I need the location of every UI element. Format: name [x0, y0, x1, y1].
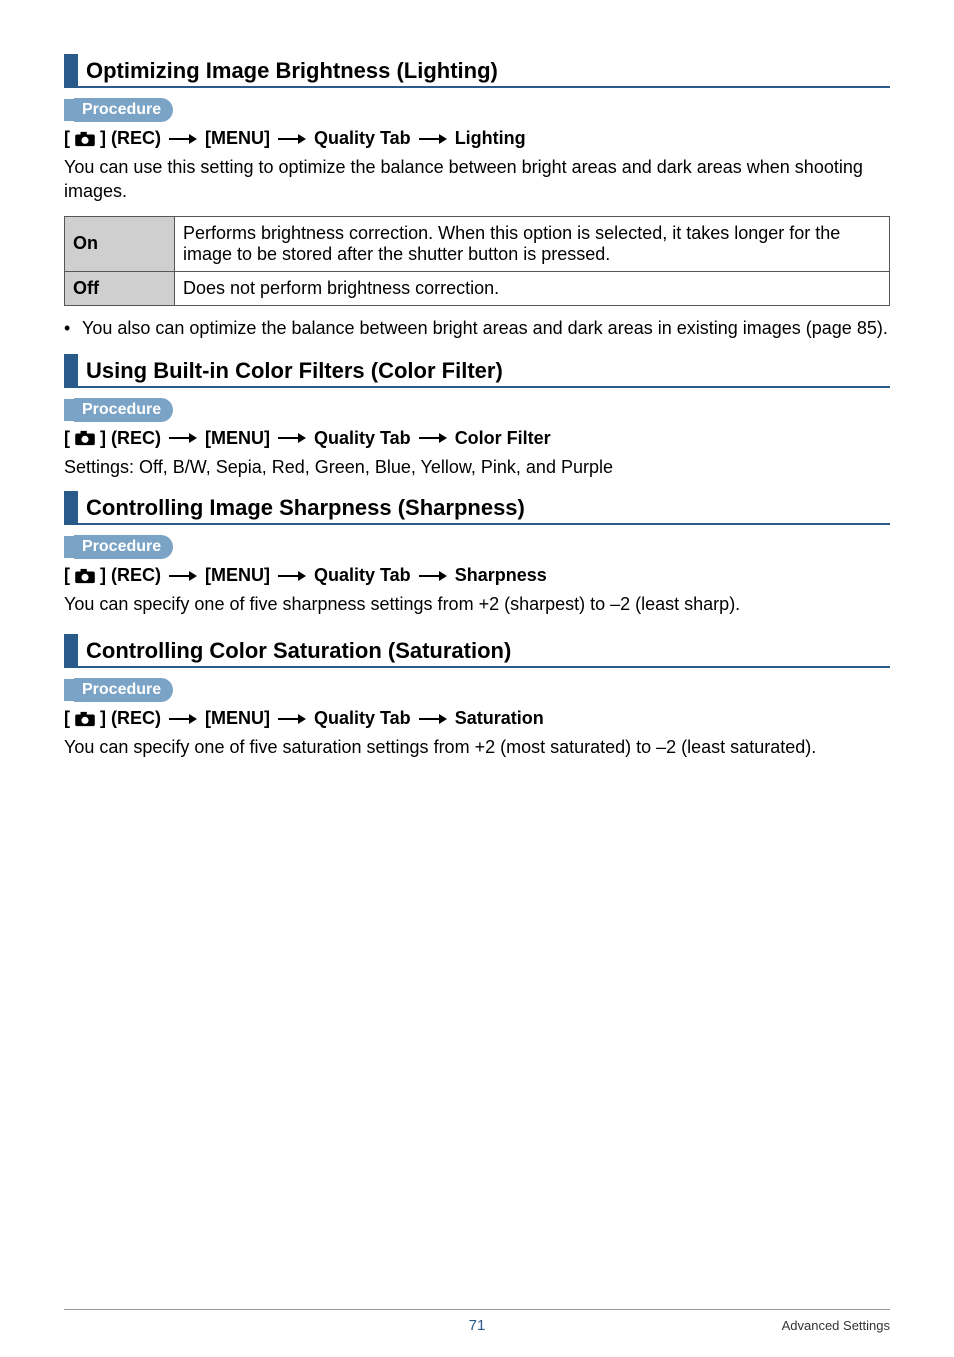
table-row: Off Does not perform brightness correcti…: [65, 271, 890, 305]
cell-on-label: On: [65, 216, 175, 271]
bc-target: Color Filter: [455, 428, 551, 449]
section-accent-bar: [64, 634, 78, 666]
camera-icon: [74, 568, 96, 584]
section-header-color-filter: Using Built-in Color Filters (Color Filt…: [64, 354, 890, 388]
arrow-icon: [169, 712, 197, 726]
bc-bracket-open: [: [64, 565, 70, 586]
footer-divider: [64, 1309, 890, 1310]
cell-off-desc: Does not perform brightness correction.: [175, 271, 890, 305]
lighting-options-table: On Performs brightness correction. When …: [64, 216, 890, 306]
lighting-note-text: You also can optimize the balance betwee…: [82, 316, 890, 340]
arrow-icon: [278, 712, 306, 726]
section-title: Using Built-in Color Filters (Color Filt…: [86, 354, 890, 386]
bc-menu: [MENU]: [205, 428, 270, 449]
arrow-icon: [419, 431, 447, 445]
section-accent-bar: [64, 354, 78, 386]
section-accent-bar: [64, 491, 78, 523]
lighting-description: You can use this setting to optimize the…: [64, 155, 890, 204]
bc-rec: ] (REC): [100, 128, 161, 149]
breadcrumb-lighting: [ ] (REC) [MENU] Quality Tab Lighting: [64, 128, 890, 149]
procedure-bar: [64, 536, 74, 558]
saturation-description: You can specify one of five saturation s…: [64, 735, 890, 759]
arrow-icon: [419, 712, 447, 726]
bc-quality: Quality Tab: [314, 565, 411, 586]
bc-quality: Quality Tab: [314, 428, 411, 449]
cell-on-desc: Performs brightness correction. When thi…: [175, 216, 890, 271]
arrow-icon: [278, 431, 306, 445]
bc-target: Saturation: [455, 708, 544, 729]
arrow-icon: [169, 569, 197, 583]
camera-icon: [74, 131, 96, 147]
bc-quality: Quality Tab: [314, 128, 411, 149]
section-header-sharpness: Controlling Image Sharpness (Sharpness): [64, 491, 890, 525]
table-row: On Performs brightness correction. When …: [65, 216, 890, 271]
arrow-icon: [278, 569, 306, 583]
procedure-pill: Procedure: [74, 678, 173, 702]
page-number: 71: [64, 1317, 890, 1334]
bc-rec: ] (REC): [100, 708, 161, 729]
bc-bracket-open: [: [64, 428, 70, 449]
section-title: Controlling Color Saturation (Saturation…: [86, 634, 890, 666]
page-footer: 71 Advanced Settings: [64, 1309, 890, 1333]
procedure-pill: Procedure: [74, 98, 173, 122]
procedure-bar: [64, 99, 74, 121]
breadcrumb-saturation: [ ] (REC) [MENU] Quality Tab Saturation: [64, 708, 890, 729]
bc-menu: [MENU]: [205, 565, 270, 586]
bc-target: Sharpness: [455, 565, 547, 586]
section-title: Controlling Image Sharpness (Sharpness): [86, 491, 890, 523]
procedure-pill: Procedure: [74, 398, 173, 422]
procedure-pill: Procedure: [74, 535, 173, 559]
camera-icon: [74, 711, 96, 727]
section-header-lighting: Optimizing Image Brightness (Lighting): [64, 54, 890, 88]
arrow-icon: [419, 132, 447, 146]
lighting-note: • You also can optimize the balance betw…: [64, 316, 890, 340]
bullet-icon: •: [64, 316, 82, 340]
arrow-icon: [169, 431, 197, 445]
arrow-icon: [278, 132, 306, 146]
cell-off-label: Off: [65, 271, 175, 305]
bc-rec: ] (REC): [100, 428, 161, 449]
procedure-label-row: Procedure: [64, 98, 890, 122]
arrow-icon: [419, 569, 447, 583]
procedure-bar: [64, 399, 74, 421]
section-accent-bar: [64, 54, 78, 86]
arrow-icon: [169, 132, 197, 146]
sharpness-description: You can specify one of five sharpness se…: [64, 592, 890, 616]
bc-menu: [MENU]: [205, 708, 270, 729]
camera-icon: [74, 430, 96, 446]
bc-bracket-open: [: [64, 708, 70, 729]
procedure-label-row: Procedure: [64, 535, 890, 559]
bc-menu: [MENU]: [205, 128, 270, 149]
procedure-label-row: Procedure: [64, 678, 890, 702]
bc-quality: Quality Tab: [314, 708, 411, 729]
section-header-saturation: Controlling Color Saturation (Saturation…: [64, 634, 890, 668]
breadcrumb-color-filter: [ ] (REC) [MENU] Quality Tab Color Filte…: [64, 428, 890, 449]
section-title: Optimizing Image Brightness (Lighting): [86, 54, 890, 86]
bc-rec: ] (REC): [100, 565, 161, 586]
bc-target: Lighting: [455, 128, 526, 149]
breadcrumb-sharpness: [ ] (REC) [MENU] Quality Tab Sharpness: [64, 565, 890, 586]
bc-bracket-open: [: [64, 128, 70, 149]
procedure-bar: [64, 679, 74, 701]
procedure-label-row: Procedure: [64, 398, 890, 422]
color-filter-description: Settings: Off, B/W, Sepia, Red, Green, B…: [64, 455, 890, 479]
